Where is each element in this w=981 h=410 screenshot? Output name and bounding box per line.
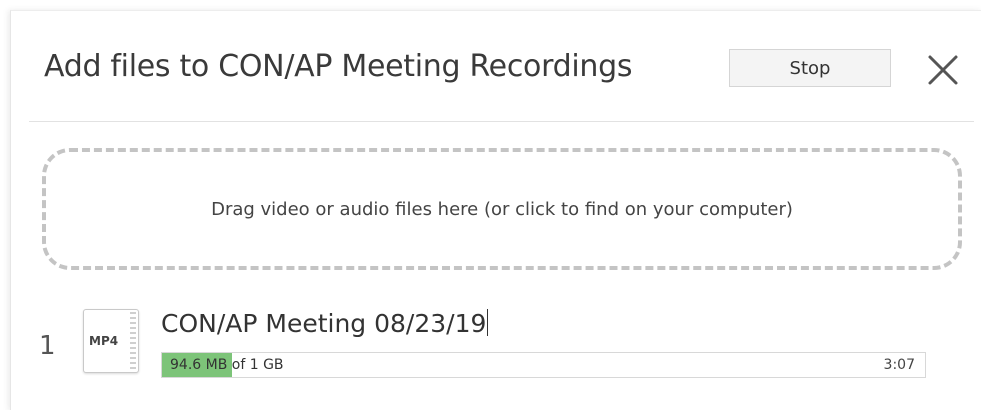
- upload-progress-bar: 94.6 MB of 1 GB 3:07: [161, 352, 926, 378]
- add-files-dialog: Add files to CON/AP Meeting Recordings S…: [10, 10, 981, 410]
- file-duration: 3:07: [883, 357, 915, 373]
- file-name-text: CON/AP Meeting 08/23/19: [161, 309, 487, 338]
- header-divider: [29, 121, 974, 122]
- text-cursor: [487, 309, 489, 336]
- total-size: 1 GB: [249, 357, 284, 373]
- file-row-number: 1: [39, 331, 56, 361]
- file-type-label: MP4: [89, 334, 119, 348]
- dialog-title: Add files to CON/AP Meeting Recordings: [44, 49, 633, 84]
- file-name-input[interactable]: CON/AP Meeting 08/23/19: [161, 309, 489, 338]
- progress-of-label: of: [231, 357, 246, 373]
- file-dropzone[interactable]: Drag video or audio files here (or click…: [42, 148, 962, 270]
- video-file-icon: MP4: [83, 309, 139, 373]
- film-strip-decoration: [130, 312, 136, 370]
- upload-progress-text: 94.6 MB of 1 GB: [170, 357, 284, 373]
- uploaded-size: 94.6 MB: [170, 357, 228, 373]
- dropzone-instructions: Drag video or audio files here (or click…: [211, 198, 793, 220]
- close-icon[interactable]: [924, 51, 962, 89]
- stop-button[interactable]: Stop: [729, 49, 891, 87]
